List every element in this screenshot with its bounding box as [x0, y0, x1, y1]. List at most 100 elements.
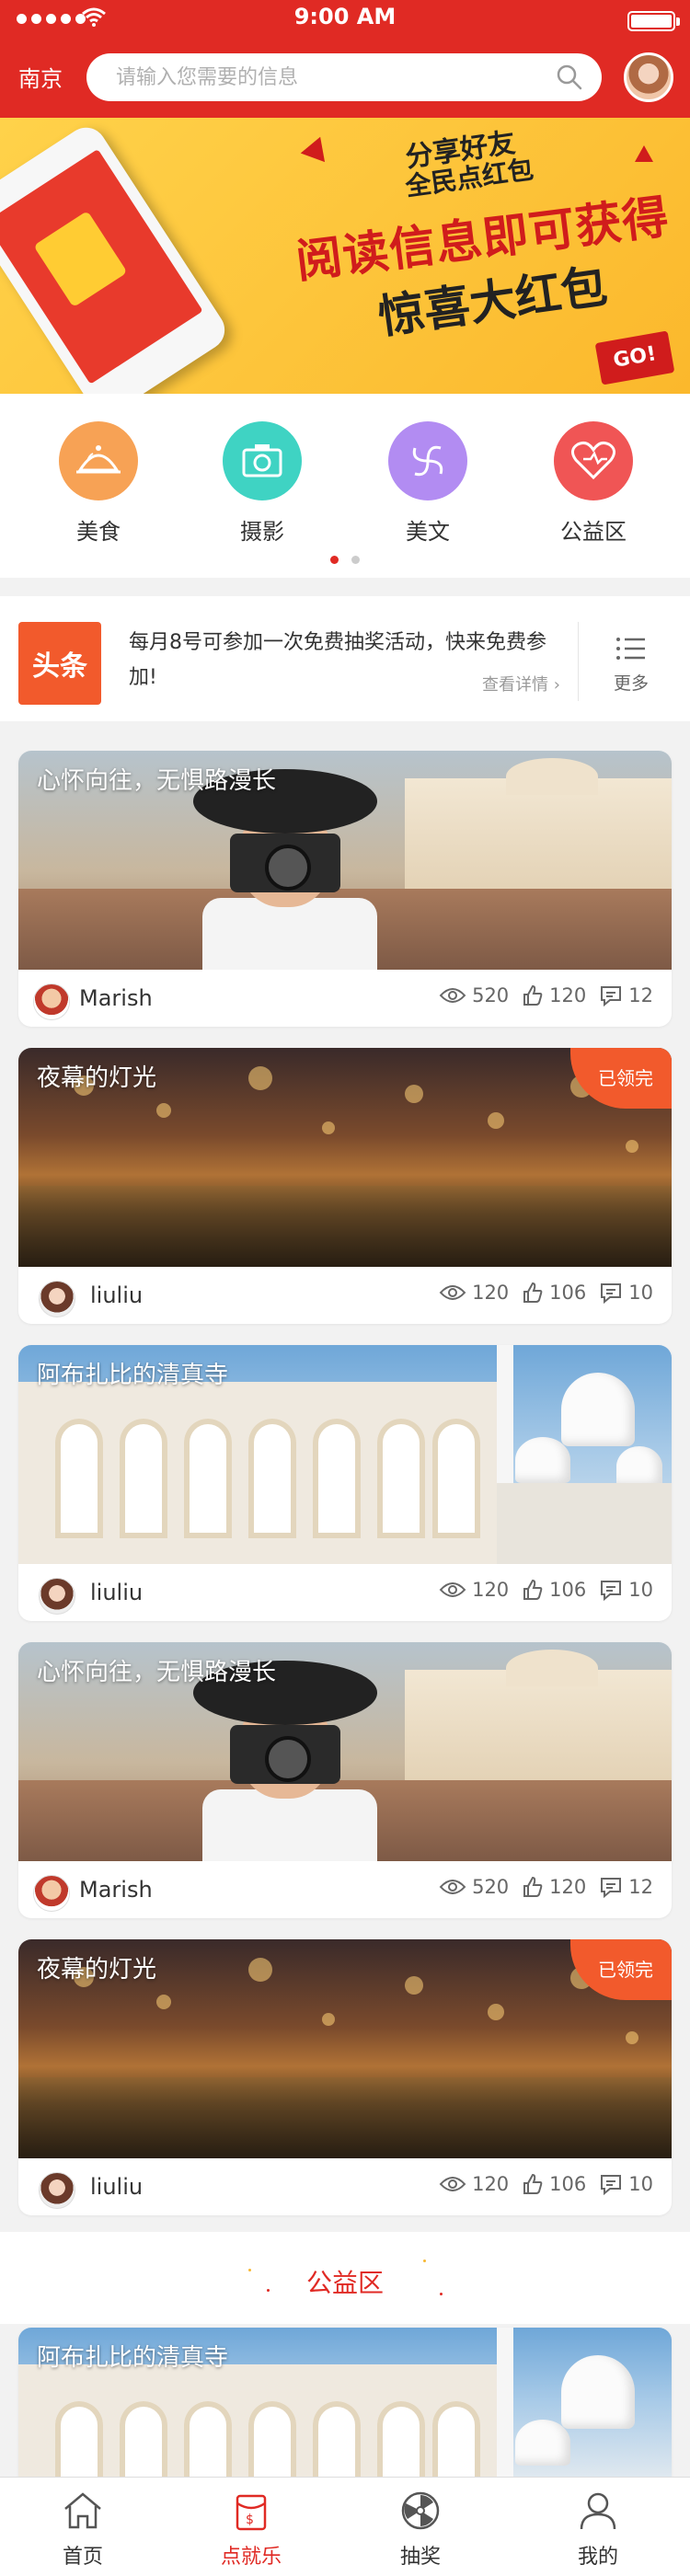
like-button[interactable]: 120 — [522, 984, 586, 1006]
battery-icon — [627, 11, 680, 31]
thumb-up-icon — [523, 1282, 543, 1303]
article-stats: 120 106 10 — [439, 2173, 653, 2195]
comment-button[interactable]: 12 — [599, 1876, 653, 1898]
comment-icon — [601, 1878, 622, 1898]
carousel-dots — [0, 556, 690, 564]
article-footer: Marish 520 120 12 — [18, 970, 672, 1027]
home-icon — [64, 2492, 101, 2529]
author-name[interactable]: liuliu — [90, 2174, 143, 2200]
promo-banner[interactable]: 分享好友 全民点红包 阅读信息即可获得 惊喜大红包 GO! — [0, 118, 690, 394]
decor-triangle — [635, 145, 653, 162]
tab-dianjiule[interactable]: $ 点就乐 — [196, 2490, 306, 2570]
status-time: 9:00 AM — [293, 4, 397, 29]
author-avatar[interactable] — [33, 1875, 70, 1912]
author-name[interactable]: liuliu — [90, 1580, 143, 1605]
search-bar[interactable] — [86, 53, 602, 101]
view-count: 520 — [472, 984, 510, 1006]
charity-section-header: 公益区 — [0, 2232, 690, 2324]
view-count: 120 — [472, 1282, 510, 1304]
thumb-up-icon — [523, 984, 543, 1006]
section-title: 公益区 — [305, 2268, 384, 2298]
article-title: 阿布扎比的清真寺 — [37, 2344, 229, 2372]
comment-count: 12 — [628, 984, 653, 1006]
author-name[interactable]: Marish — [79, 985, 153, 1011]
divider — [578, 622, 579, 701]
article-title: 阿布扎比的清真寺 — [37, 1362, 229, 1389]
eye-icon — [439, 1880, 466, 1894]
category-essay[interactable]: 美文 — [373, 421, 483, 546]
category-label: 美食 — [76, 519, 121, 545]
article-card[interactable]: 阿布扎比的清真寺 — [18, 2328, 672, 2477]
author-avatar[interactable] — [33, 983, 70, 1020]
like-button[interactable]: 106 — [522, 2173, 586, 2195]
like-button[interactable]: 106 — [522, 1282, 586, 1304]
search-icon[interactable] — [556, 63, 583, 91]
swirl-icon — [388, 421, 467, 500]
article-stats: 520 120 12 — [439, 984, 653, 1006]
headline-detail-link[interactable]: 查看详情 › — [482, 672, 560, 696]
thumb-up-icon — [523, 1876, 543, 1897]
headline-bar[interactable]: 头条 每月8号可参加一次免费抽奖活动，快来免费参加! 查看详情 › 更多 — [0, 596, 690, 721]
article-card[interactable]: 心怀向往，无惧路漫长 Marish 520 120 12 — [18, 751, 672, 1027]
user-avatar[interactable] — [624, 52, 673, 102]
city-selector[interactable]: 南京 — [18, 61, 63, 93]
view-count: 120 — [472, 2173, 510, 2195]
list-icon — [616, 638, 645, 660]
comment-button[interactable]: 10 — [599, 1579, 653, 1601]
comment-count: 12 — [628, 1876, 653, 1898]
eye-icon — [439, 988, 466, 1003]
like-count: 106 — [549, 1579, 587, 1601]
comment-icon — [601, 1283, 622, 1304]
article-card[interactable]: 夜幕的灯光 已领完 liuliu 120 106 10 — [18, 1939, 672, 2215]
article-footer: liuliu 120 106 10 — [18, 1267, 672, 1324]
wheel-icon — [401, 2491, 440, 2530]
comment-button[interactable]: 10 — [599, 2173, 653, 2195]
user-icon — [580, 2492, 616, 2530]
author-avatar[interactable] — [39, 1578, 75, 1615]
tab-lottery[interactable]: 抽奖 — [365, 2490, 476, 2570]
more-button[interactable]: 更多 — [594, 635, 668, 695]
category-food[interactable]: 美食 — [43, 421, 154, 546]
search-input[interactable] — [116, 63, 539, 92]
article-stats: 120 106 10 — [439, 1282, 653, 1304]
decor-spark — [423, 2260, 426, 2262]
tab-label: 首页 — [62, 2546, 103, 2569]
comment-button[interactable]: 10 — [599, 1282, 653, 1304]
view-count: 120 — [472, 1579, 510, 1601]
like-button[interactable]: 106 — [522, 1579, 586, 1601]
tab-label: 抽奖 — [399, 2546, 441, 2569]
like-button[interactable]: 120 — [522, 1876, 586, 1898]
author-name[interactable]: Marish — [79, 1877, 153, 1903]
article-footer: Marish 520 120 12 — [18, 1861, 672, 1918]
headline-logo: 头条 — [18, 622, 101, 705]
author-avatar[interactable] — [39, 1281, 75, 1317]
category-photo[interactable]: 摄影 — [207, 421, 317, 546]
comment-icon — [601, 1581, 622, 1601]
article-card[interactable]: 阿布扎比的清真寺 liuliu 120 106 10 — [18, 1345, 672, 1621]
eye-icon — [439, 1285, 466, 1300]
eye-icon — [439, 1582, 466, 1597]
top-header: 9:00 AM 南京 — [0, 0, 690, 118]
article-card[interactable]: 夜幕的灯光 已领完 liuliu 120 106 10 — [18, 1048, 672, 1324]
banner-go-button[interactable]: GO! — [594, 330, 675, 385]
thumb-up-icon — [523, 2173, 543, 2194]
view-count: 520 — [472, 1876, 510, 1898]
tab-mine[interactable]: 我的 — [543, 2490, 653, 2570]
author-avatar[interactable] — [39, 2172, 75, 2209]
article-title: 夜幕的灯光 — [37, 1956, 157, 1984]
category-label: 公益区 — [560, 519, 627, 545]
tab-home[interactable]: 首页 — [28, 2490, 138, 2570]
article-stats: 520 120 12 — [439, 1876, 653, 1898]
category-charity[interactable]: 公益区 — [538, 421, 649, 546]
comment-button[interactable]: 12 — [599, 984, 653, 1006]
thumb-up-icon — [523, 1579, 543, 1600]
author-name[interactable]: liuliu — [90, 1282, 143, 1308]
heart-icon — [554, 421, 633, 500]
comment-count: 10 — [628, 1282, 653, 1304]
tab-label: 我的 — [577, 2546, 618, 2569]
article-card[interactable]: 心怀向往，无惧路漫长 Marish 520 120 12 — [18, 1642, 672, 1918]
comment-icon — [601, 986, 622, 1006]
category-label: 摄影 — [240, 519, 284, 545]
comment-icon — [601, 2175, 622, 2195]
camera-icon — [223, 421, 302, 500]
